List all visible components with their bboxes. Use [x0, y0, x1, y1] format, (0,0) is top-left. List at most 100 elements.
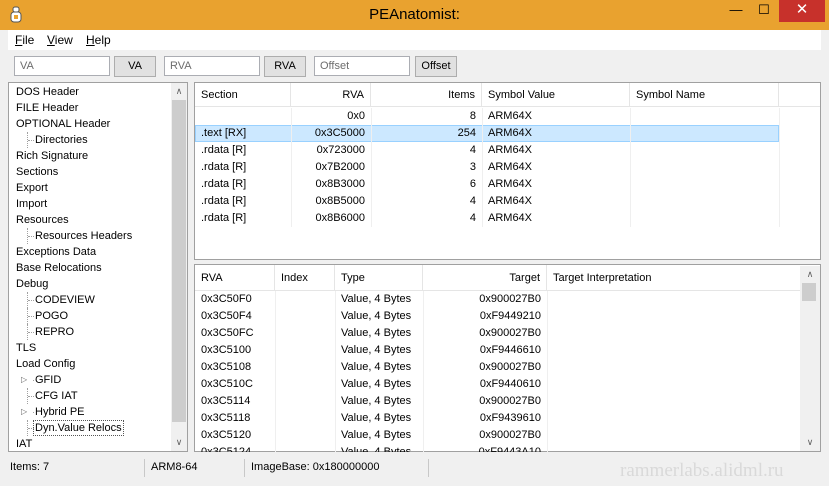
reloc-row[interactable]: 0x3C5114 Value, 4 Bytes 0x900027B0 [195, 393, 800, 410]
reloc-cell-index [275, 427, 335, 444]
reloc-cell-type: Value, 4 Bytes [341, 361, 412, 373]
col-reloc-interpretation[interactable]: Target Interpretation [547, 265, 800, 291]
col-symbol-name[interactable]: Symbol Name [630, 83, 779, 107]
col-reloc-type[interactable]: Type [335, 265, 423, 291]
tree-scroll-down-icon[interactable]: ∨ [171, 437, 187, 448]
col-reloc-index[interactable]: Index [275, 265, 335, 291]
section-cell-symbol-name [630, 193, 779, 210]
section-row[interactable]: .rdata [R] 0x8B3000 6 ARM64X [195, 176, 780, 193]
reloc-cell-type: Value, 4 Bytes [341, 344, 412, 356]
reloc-row[interactable]: 0x3C5120 Value, 4 Bytes 0x900027B0 [195, 427, 800, 444]
tree-item-import[interactable]: Import [16, 196, 47, 212]
relocs-scroll-up-icon[interactable]: ∧ [802, 269, 818, 280]
reloc-cell-target: 0x900027B0 [479, 429, 541, 441]
reloc-row[interactable]: 0x3C5124 Value, 4 Bytes 0xF9443A10 [195, 444, 800, 452]
window-title: PEAnatomist: [369, 6, 460, 23]
section-cell-symbol-name [630, 142, 779, 159]
relocs-scroll-down-icon[interactable]: ∨ [802, 437, 818, 448]
section-cell-items: 4 [469, 212, 476, 224]
va-input[interactable]: VA [14, 56, 110, 76]
va-button[interactable]: VA [114, 56, 156, 77]
tree-item-resources[interactable]: Resources [16, 212, 69, 228]
menu-view-label: iew [54, 33, 73, 47]
tree-item-export[interactable]: Export [16, 180, 48, 196]
column-separator [779, 210, 780, 227]
tree-guide-line [28, 316, 34, 317]
maximize-button[interactable]: ☐ [751, 0, 777, 22]
tree-scroll-up-icon[interactable]: ∧ [171, 86, 187, 97]
offset-button[interactable]: Offset [415, 56, 457, 77]
rva-button[interactable]: RVA [264, 56, 306, 77]
reloc-row[interactable]: 0x3C50F0 Value, 4 Bytes 0x900027B0 [195, 291, 800, 308]
reloc-row[interactable]: 0x3C50F4 Value, 4 Bytes 0xF9449210 [195, 308, 800, 325]
column-separator [779, 193, 780, 210]
col-reloc-target[interactable]: Target [423, 265, 547, 291]
reloc-cell-index [275, 325, 335, 342]
section-row[interactable]: 0x0 8 ARM64X [195, 108, 780, 125]
tree-expander-icon[interactable]: ▷ [21, 404, 33, 420]
reloc-row[interactable]: 0x3C5100 Value, 4 Bytes 0xF9446610 [195, 342, 800, 359]
menu-view[interactable]: View [47, 33, 73, 47]
section-cell-rva: 0x7B2000 [315, 161, 365, 173]
menu-file[interactable]: File [15, 33, 34, 47]
reloc-cell-target: 0x900027B0 [479, 361, 541, 373]
minimize-button[interactable]: — [722, 0, 750, 22]
section-cell-items: 3 [469, 161, 476, 173]
tree-item-repro[interactable]: REPRO [35, 324, 74, 340]
reloc-row[interactable]: 0x3C50FC Value, 4 Bytes 0x900027B0 [195, 325, 800, 342]
reloc-row[interactable]: 0x3C5108 Value, 4 Bytes 0x900027B0 [195, 359, 800, 376]
col-reloc-rva[interactable]: RVA [195, 265, 275, 291]
tree-item-load-config[interactable]: Load Config [16, 356, 75, 372]
tree-item-sections[interactable]: Sections [16, 164, 58, 180]
section-cell-rva: 0x3C5000 [314, 127, 365, 139]
tree-item-optional-header[interactable]: OPTIONAL Header [16, 116, 110, 132]
tree-item-hybrid-pe[interactable]: Hybrid PE [35, 404, 85, 420]
reloc-cell-rva: 0x3C5118 [201, 412, 251, 424]
tree-item-base-relocations[interactable]: Base Relocations [16, 260, 102, 276]
col-symbol-value[interactable]: Symbol Value [482, 83, 630, 107]
tree-item-gfid[interactable]: GFID [35, 372, 61, 388]
tree-scroll-thumb[interactable] [172, 100, 186, 422]
tree-item-exceptions-data[interactable]: Exceptions Data [16, 244, 96, 260]
tree-item-rich-signature[interactable]: Rich Signature [16, 148, 88, 164]
section-cell-symbol-value: ARM64X [488, 144, 533, 156]
col-rva[interactable]: RVA [291, 83, 371, 107]
tree-item-pogo[interactable]: POGO [35, 308, 68, 324]
tree-item-file-header[interactable]: FILE Header [16, 100, 78, 116]
sections-header: Section RVA Items Symbol Value Symbol Na… [195, 83, 820, 107]
reloc-cell-type: Value, 4 Bytes [341, 327, 412, 339]
column-separator [779, 159, 780, 176]
relocs-scroll-thumb[interactable] [802, 283, 816, 301]
tree-item-cfg-iat[interactable]: CFG IAT [35, 388, 78, 404]
reloc-cell-type: Value, 4 Bytes [341, 412, 412, 424]
section-row[interactable]: .rdata [R] 0x723000 4 ARM64X [195, 142, 780, 159]
reloc-cell-interp [547, 376, 800, 393]
close-button[interactable]: ✕ [779, 0, 825, 22]
tree-item-resources-headers[interactable]: Resources Headers [35, 228, 132, 244]
tree-item-dyn-value-relocs[interactable]: Dyn.Value Relocs [33, 420, 124, 436]
reloc-row[interactable]: 0x3C510C Value, 4 Bytes 0xF9440610 [195, 376, 800, 393]
section-cell-section: .text [RX] [201, 127, 247, 139]
tree-item-codeview[interactable]: CODEVIEW [35, 292, 95, 308]
col-section[interactable]: Section [195, 83, 291, 107]
tree-item-debug[interactable]: Debug [16, 276, 48, 292]
tree-expander-icon[interactable]: ▷ [21, 372, 33, 388]
reloc-row[interactable]: 0x3C5118 Value, 4 Bytes 0xF9439610 [195, 410, 800, 427]
reloc-cell-target: 0xF9443A10 [478, 446, 541, 452]
tree-item-dos-header[interactable]: DOS Header [16, 84, 79, 100]
tree-item-directories[interactable]: Directories [35, 132, 88, 148]
reloc-cell-rva: 0x3C50F4 [201, 310, 252, 322]
menu-help[interactable]: Help [86, 33, 111, 47]
section-cell-symbol-value: ARM64X [488, 161, 533, 173]
col-items[interactable]: Items [371, 83, 482, 107]
section-row[interactable]: .rdata [R] 0x7B2000 3 ARM64X [195, 159, 780, 176]
reloc-cell-type: Value, 4 Bytes [341, 293, 412, 305]
section-row[interactable]: .text [RX] 0x3C5000 254 ARM64X [195, 125, 780, 142]
rva-input[interactable]: RVA [164, 56, 260, 76]
section-row[interactable]: .rdata [R] 0x8B6000 4 ARM64X [195, 210, 780, 227]
section-row[interactable]: .rdata [R] 0x8B5000 4 ARM64X [195, 193, 780, 210]
status-image-base: ImageBase: 0x180000000 [251, 461, 380, 473]
tree-item-iat[interactable]: IAT [16, 436, 32, 452]
offset-input[interactable]: Offset [314, 56, 410, 76]
tree-item-tls[interactable]: TLS [16, 340, 36, 356]
